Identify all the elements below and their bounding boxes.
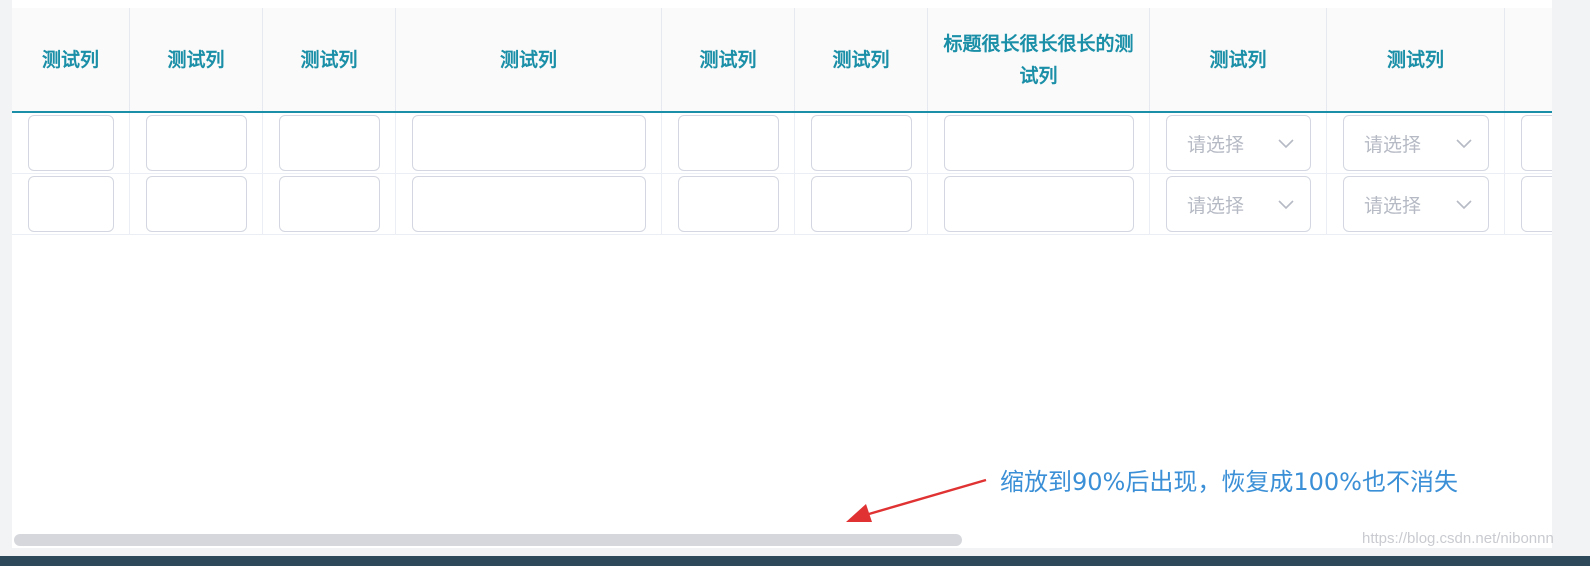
select-placeholder: 请选择 [1364, 133, 1422, 156]
table-cell-partial [1505, 113, 1552, 173]
cell-input-partial[interactable] [1521, 176, 1552, 232]
right-gutter [1552, 0, 1590, 556]
column-header[interactable]: 测试列 [263, 8, 396, 111]
cell-input[interactable] [944, 176, 1134, 232]
chevron-down-icon [1456, 139, 1472, 149]
arrow-icon [846, 478, 987, 522]
cell-input[interactable] [412, 176, 646, 232]
table-cell [263, 113, 396, 173]
table-cell [928, 113, 1150, 173]
column-header[interactable]: 测试列 [662, 8, 795, 111]
table-cell [396, 113, 662, 173]
left-gutter [0, 0, 12, 556]
table-cell: 请选择 [1150, 113, 1327, 173]
table-cell [795, 174, 928, 234]
select-dropdown[interactable]: 请选择 [1343, 176, 1489, 232]
table-cell [12, 113, 130, 173]
cell-input-partial[interactable] [1521, 115, 1552, 171]
column-header[interactable]: 测试列 [396, 8, 662, 111]
table-cell [130, 174, 263, 234]
table-cell [130, 113, 263, 173]
data-table: 测试列 测试列 测试列 测试列 测试列 测试列 标题很长很长很长的测试列 测试列… [12, 0, 1552, 534]
table-row: 请选择 请选择 [12, 174, 1552, 235]
horizontal-scrollbar-thumb[interactable] [14, 534, 962, 546]
table-cell [662, 113, 795, 173]
watermark: https://blog.csdn.net/nibonnn [1362, 530, 1554, 547]
cell-input[interactable] [678, 115, 779, 171]
column-header[interactable]: 测试列 [795, 8, 928, 111]
table-cell [12, 174, 130, 234]
table-cell [396, 174, 662, 234]
cell-input[interactable] [944, 115, 1134, 171]
column-header[interactable]: 测试列 [1150, 8, 1327, 111]
select-placeholder: 请选择 [1187, 194, 1245, 217]
chevron-down-icon [1456, 200, 1472, 210]
column-header[interactable]: 测试列 [12, 8, 130, 111]
annotation-text: 缩放到90%后出现，恢复成100%也不消失 [1000, 468, 1458, 496]
cell-input[interactable] [279, 176, 380, 232]
column-header[interactable]: 测试列 [1327, 8, 1505, 111]
table-header: 测试列 测试列 测试列 测试列 测试列 测试列 标题很长很长很长的测试列 测试列… [12, 8, 1552, 113]
select-placeholder: 请选择 [1364, 194, 1422, 217]
cell-input[interactable] [811, 176, 912, 232]
table-cell [263, 174, 396, 234]
select-placeholder: 请选择 [1187, 133, 1245, 156]
cell-input[interactable] [146, 115, 247, 171]
column-header-partial[interactable] [1505, 8, 1552, 111]
table-row: 请选择 请选择 [12, 113, 1552, 174]
cell-input[interactable] [678, 176, 779, 232]
chevron-down-icon [1278, 139, 1294, 149]
cell-input[interactable] [28, 115, 114, 171]
table-cell [662, 174, 795, 234]
select-dropdown[interactable]: 请选择 [1343, 115, 1489, 171]
app-viewport: 测试列 测试列 测试列 测试列 测试列 测试列 标题很长很长很长的测试列 测试列… [0, 0, 1590, 566]
select-dropdown[interactable]: 请选择 [1166, 176, 1311, 232]
table-cell: 请选择 [1327, 113, 1505, 173]
table-cell: 请选择 [1150, 174, 1327, 234]
column-header[interactable]: 测试列 [130, 8, 263, 111]
cell-input[interactable] [811, 115, 912, 171]
table-cell-partial [1505, 174, 1552, 234]
bottom-bar [0, 556, 1590, 566]
table-cell [795, 113, 928, 173]
select-dropdown[interactable]: 请选择 [1166, 115, 1311, 171]
column-header-long-title[interactable]: 标题很长很长很长的测试列 [928, 8, 1150, 111]
table-cell [928, 174, 1150, 234]
table-cell: 请选择 [1327, 174, 1505, 234]
cell-input[interactable] [146, 176, 247, 232]
chevron-down-icon [1278, 200, 1294, 210]
cell-input[interactable] [412, 115, 646, 171]
cell-input[interactable] [28, 176, 114, 232]
cell-input[interactable] [279, 115, 380, 171]
